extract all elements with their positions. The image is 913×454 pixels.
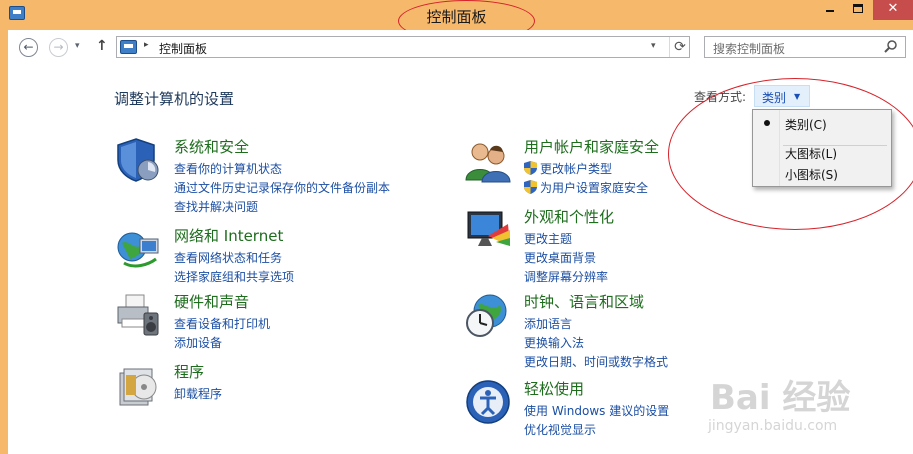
- category-title-network[interactable]: 网络和 Internet: [174, 225, 283, 246]
- link-devices-printers[interactable]: 查看设备和打印机: [174, 315, 270, 332]
- link-change-background[interactable]: 更改桌面背景: [524, 249, 596, 266]
- category-title-user-accounts[interactable]: 用户帐户和家庭安全: [524, 136, 659, 157]
- link-troubleshoot[interactable]: 查找并解决问题: [174, 198, 258, 215]
- category-programs: 程序 卸载程序: [114, 361, 444, 421]
- category-clock-language: 时钟、语言和区域 添加语言 更换输入法 更改日期、时间或数字格式: [464, 291, 714, 371]
- link-network-status[interactable]: 查看网络状态和任务: [174, 249, 282, 266]
- back-button[interactable]: ←: [19, 38, 38, 57]
- breadcrumb-control-panel[interactable]: 控制面板: [159, 40, 207, 57]
- link-screen-resolution[interactable]: 调整屏幕分辨率: [524, 268, 608, 285]
- up-button[interactable]: ↑: [96, 38, 108, 54]
- category-ease-of-access: 轻松使用 使用 Windows 建议的设置 优化视觉显示: [464, 378, 714, 438]
- category-title-clock-language[interactable]: 时钟、语言和区域: [524, 291, 644, 312]
- search-icon[interactable]: [883, 39, 899, 55]
- ease-of-access-icon[interactable]: [464, 378, 512, 426]
- minimize-icon: [826, 10, 834, 12]
- category-title-system-security[interactable]: 系统和安全: [174, 136, 249, 157]
- address-bar[interactable]: ▸ 控制面板 ▾ ⟳: [116, 36, 690, 58]
- category-hardware-sound: 硬件和声音 查看设备和打印机 添加设备: [114, 291, 444, 351]
- link-change-account-type[interactable]: 更改帐户类型: [540, 160, 612, 177]
- close-button[interactable]: ✕: [873, 0, 913, 20]
- link-optimize-visual[interactable]: 优化视觉显示: [524, 421, 596, 438]
- link-add-language[interactable]: 添加语言: [524, 315, 572, 332]
- users-icon[interactable]: [464, 136, 512, 184]
- uac-shield-icon: [524, 161, 537, 175]
- search-placeholder: 搜索控制面板: [713, 42, 786, 56]
- category-network-internet: 网络和 Internet 查看网络状态和任务 选择家庭组和共享选项: [114, 225, 444, 285]
- watermark-url: jingyan.baidu.com: [708, 418, 838, 434]
- programs-icon[interactable]: [114, 361, 162, 409]
- control-panel-icon: [120, 40, 137, 54]
- category-title-ease-of-access[interactable]: 轻松使用: [524, 378, 584, 399]
- category-title-hardware[interactable]: 硬件和声音: [174, 291, 249, 312]
- link-change-theme[interactable]: 更改主题: [524, 230, 572, 247]
- monitor-palette-icon[interactable]: [464, 206, 512, 254]
- category-title-appearance[interactable]: 外观和个性化: [524, 206, 614, 227]
- navigation-bar: ← → ▾ ↑ ▸ 控制面板 ▾ ⟳ 搜索控制面板: [8, 30, 913, 64]
- shield-icon[interactable]: [114, 136, 162, 184]
- refresh-button[interactable]: ⟳: [669, 37, 690, 57]
- maximize-icon: [853, 4, 863, 13]
- category-appearance: 外观和个性化 更改主题 更改桌面背景 调整屏幕分辨率: [464, 206, 714, 286]
- window-client-area: ← → ▾ ↑ ▸ 控制面板 ▾ ⟳ 搜索控制面板 调整计算机的设置 查看方式:…: [8, 30, 913, 454]
- minimize-button[interactable]: [818, 0, 842, 20]
- link-recommended-settings[interactable]: 使用 Windows 建议的设置: [524, 402, 669, 419]
- clock-globe-icon[interactable]: [464, 291, 512, 339]
- link-view-computer-status[interactable]: 查看你的计算机状态: [174, 160, 282, 177]
- globe-network-icon[interactable]: [114, 225, 162, 273]
- link-date-time-format[interactable]: 更改日期、时间或数字格式: [524, 353, 668, 370]
- baidu-watermark-logo: Bai 经验 jingyan.baidu.com: [698, 370, 913, 452]
- link-homegroup-sharing[interactable]: 选择家庭组和共享选项: [174, 268, 294, 285]
- address-history-dropdown[interactable]: ▾: [651, 41, 656, 51]
- search-input[interactable]: 搜索控制面板: [704, 36, 906, 58]
- title-bar: 控制面板 ✕: [0, 0, 913, 42]
- watermark-text: Bai 经验: [710, 378, 851, 418]
- category-user-accounts: 用户帐户和家庭安全 更改帐户类型 为用户设置家庭安全: [464, 136, 714, 196]
- breadcrumb-chevron-icon[interactable]: ▸: [144, 40, 149, 50]
- uac-shield-icon: [524, 180, 537, 194]
- category-title-programs[interactable]: 程序: [174, 361, 204, 382]
- link-change-input-method[interactable]: 更换输入法: [524, 334, 584, 351]
- page-title: 调整计算机的设置: [114, 90, 235, 108]
- category-system-security: 系统和安全 查看你的计算机状态 通过文件历史记录保存你的文件备份副本 查找并解决…: [114, 136, 444, 216]
- link-file-history-backup[interactable]: 通过文件历史记录保存你的文件备份副本: [174, 179, 390, 196]
- printer-speaker-icon[interactable]: [114, 291, 162, 339]
- link-add-device[interactable]: 添加设备: [174, 334, 222, 351]
- recent-locations-dropdown[interactable]: ▾: [75, 41, 80, 51]
- maximize-button[interactable]: [846, 0, 870, 20]
- link-family-safety[interactable]: 为用户设置家庭安全: [540, 179, 648, 196]
- link-uninstall-program[interactable]: 卸载程序: [174, 385, 222, 402]
- forward-button[interactable]: →: [49, 38, 68, 57]
